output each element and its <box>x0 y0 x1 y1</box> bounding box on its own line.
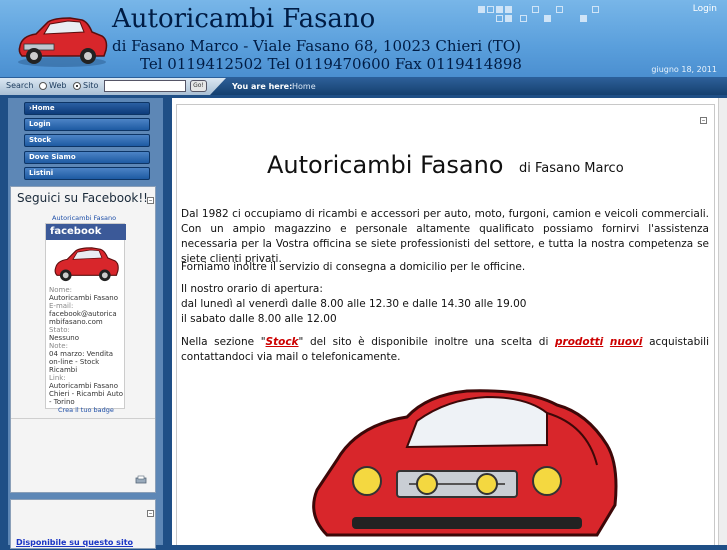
text-segment: Nella sezione " <box>181 336 266 348</box>
decorative-squares <box>478 6 608 26</box>
login-link[interactable]: Login <box>693 4 717 14</box>
page-subtitle: di Fasano Marco <box>519 161 624 176</box>
hours-title: Il nostro orario di apertura: <box>181 283 323 295</box>
breadcrumb-label: You are here: <box>232 82 293 91</box>
page-title: Autoricambi Fasano <box>267 151 504 179</box>
field-key: Link: <box>49 374 66 382</box>
nuovi-link[interactable]: nuovi <box>610 336 643 348</box>
field-value: facebook@autoricambifasano.com <box>49 310 117 326</box>
field-key: Stato: <box>49 326 70 334</box>
field-key: E-mail: <box>49 302 74 310</box>
facebook-box: Seguici su Facebook!! – Autoricambi Fasa… <box>10 186 156 493</box>
facebook-box-title: Seguici su Facebook!! <box>17 191 148 205</box>
menu-item-login[interactable]: Login <box>24 118 150 131</box>
radio-web[interactable] <box>39 82 47 90</box>
minimize-icon[interactable]: – <box>700 117 707 124</box>
field-value: Autoricambi Fasano Chieri - Ricambi Auto… <box>49 382 124 406</box>
field-key: Nome: <box>49 286 73 294</box>
radio-site[interactable] <box>73 82 81 90</box>
facebook-logo: facebook <box>46 224 126 240</box>
menu-item-listini[interactable]: Listini <box>24 167 150 180</box>
breadcrumb: You are here: Home <box>210 78 727 95</box>
hours-saturday: il sabato dalle 8.00 alle 12.00 <box>181 313 337 325</box>
red-car-icon <box>18 17 108 67</box>
prodotti-link[interactable]: prodotti <box>555 336 603 348</box>
intro-paragraph: Dal 1982 ci occupiamo di ricambi e acces… <box>181 208 709 265</box>
content-panel: – Autoricambi Fasano di Fasano Marco Dal… <box>176 104 715 545</box>
red-car-illustration <box>312 389 618 537</box>
facebook-badge[interactable]: facebook Nome: Autoricambi Fasano E-mail… <box>45 223 126 409</box>
field-value: 04 marzo: Vendita on-line - Stock Ricamb… <box>49 350 114 374</box>
divider <box>11 418 155 419</box>
print-icon[interactable] <box>135 475 147 485</box>
field-key: Note: <box>49 342 68 350</box>
menu-item-home[interactable]: Home <box>24 102 150 115</box>
scrollbar[interactable] <box>718 98 727 545</box>
red-car-icon <box>54 247 119 282</box>
header-date: giugno 18, 2011 <box>651 65 717 74</box>
text-segment: " del sito è disponibile inoltre una sce… <box>298 336 555 348</box>
radio-site-label: Sito <box>83 81 99 90</box>
radio-web-label: Web <box>49 81 67 90</box>
minimize-icon[interactable]: – <box>147 197 154 204</box>
minimize-icon[interactable]: – <box>147 510 154 517</box>
field-value: Autoricambi Fasano <box>49 294 118 302</box>
create-badge-link[interactable]: Crea il tuo badge <box>58 406 114 414</box>
facebook-details: Nome: Autoricambi Fasano E-mail: faceboo… <box>49 286 123 406</box>
site-address: di Fasano Marco - Viale Fasano 68, 10023… <box>112 37 521 55</box>
site-title: Autoricambi Fasano <box>112 4 376 34</box>
go-button[interactable]: Go! <box>190 80 207 92</box>
menu-item-dove-siamo[interactable]: Dove Siamo <box>24 151 150 164</box>
facebook-profile-link[interactable]: Autoricambi Fasano <box>52 214 116 222</box>
menu-item-stock[interactable]: Stock <box>24 134 150 147</box>
search-label: Search <box>6 81 34 90</box>
availability-text[interactable]: Disponibile su questo sito <box>16 538 133 547</box>
search-input[interactable] <box>104 80 186 92</box>
breadcrumb-home[interactable]: Home <box>292 82 316 91</box>
hours-weekdays: dal lunedì al venerdì dalle 8.00 alle 12… <box>181 298 527 310</box>
delivery-paragraph: Forniamo inoltre il servizio di consegna… <box>181 261 526 273</box>
site-phones: Tel 0119412502 Tel 0119470600 Fax 011941… <box>140 55 522 73</box>
stock-paragraph: Nella sezione "Stock" del sito è disponi… <box>181 335 709 365</box>
stock-link[interactable]: Stock <box>266 336 299 348</box>
site-header: Autoricambi Fasano di Fasano Marco - Via… <box>0 0 727 78</box>
field-value: Nessuno <box>49 334 79 342</box>
availability-box: – Disponibile su questo sito <box>10 499 156 549</box>
